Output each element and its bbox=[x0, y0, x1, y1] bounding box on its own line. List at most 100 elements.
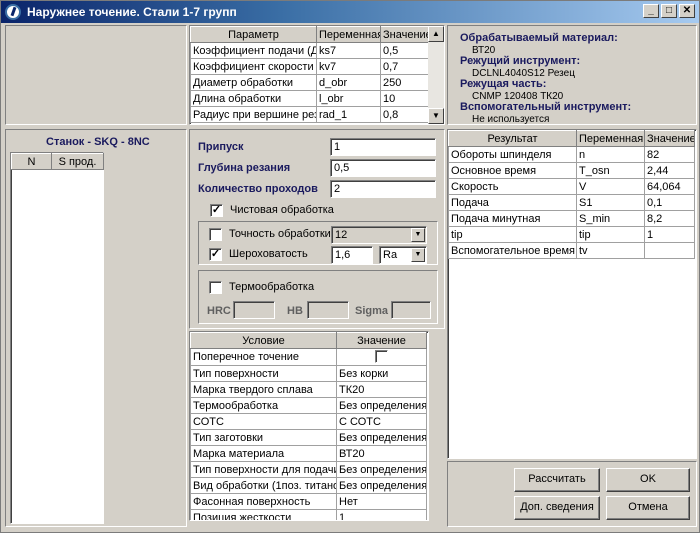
params-table: Параметр Переменная Значение Коэффициент… bbox=[190, 26, 429, 123]
results-header-result[interactable]: Результат bbox=[448, 130, 577, 147]
machine-col-n[interactable]: N bbox=[11, 153, 52, 170]
table-row[interactable]: Поперечное точение bbox=[190, 348, 427, 366]
condition-name: Вид обработки (1поз. титановы bbox=[190, 477, 337, 494]
condition-value[interactable]: 1 bbox=[336, 509, 427, 520]
table-row[interactable]: СОТС С СОТС bbox=[190, 413, 427, 430]
table-row[interactable]: Коэффициент подачи (Для ks7 0,5 bbox=[190, 42, 429, 59]
maximize-button[interactable]: □ bbox=[661, 4, 677, 18]
params-table-container: Параметр Переменная Значение Коэффициент… bbox=[189, 25, 445, 125]
result-value bbox=[644, 242, 695, 259]
cancel-button[interactable]: Отмена bbox=[606, 496, 690, 520]
condition-value[interactable]: ВТ20 bbox=[336, 445, 427, 462]
table-row[interactable]: Вид обработки (1поз. титановыБез определ… bbox=[190, 477, 427, 494]
table-row[interactable]: Длина обработки l_obr 10 bbox=[190, 90, 429, 107]
table-row[interactable]: Коэффициент скорости (Д kv7 0,7 bbox=[190, 58, 429, 75]
hrc-input[interactable] bbox=[233, 301, 275, 319]
accuracy-select[interactable]: 12 ▼ bbox=[331, 226, 427, 244]
table-row[interactable]: Подача минутная S_min 8,2 bbox=[448, 210, 695, 227]
condition-value[interactable]: ТК20 bbox=[336, 381, 427, 398]
ok-button[interactable]: OK bbox=[606, 468, 690, 492]
info-panel: Обрабатываемый материал: ВТ20 Режущий ин… bbox=[447, 25, 697, 125]
conditions-header-value[interactable]: Значение bbox=[336, 332, 427, 349]
params-header-param[interactable]: Параметр bbox=[190, 26, 317, 43]
depth-label: Глубина резания bbox=[198, 162, 291, 174]
results-header-var[interactable]: Переменная bbox=[576, 130, 645, 147]
params-header-value[interactable]: Значение bbox=[380, 26, 429, 43]
table-row[interactable]: Марка твердого сплава ТК20 bbox=[190, 381, 427, 398]
params-header-var[interactable]: Переменная bbox=[316, 26, 381, 43]
table-row[interactable]: Марка материала ВТ20 bbox=[190, 445, 427, 462]
params-scrollbar[interactable]: ▲ ▼ bbox=[428, 26, 444, 124]
machine-list[interactable]: N S прод. bbox=[10, 152, 104, 524]
table-row[interactable]: Термообработка Без определения bbox=[190, 397, 427, 414]
condition-value[interactable]: Без определения bbox=[336, 429, 427, 446]
aux-tool-label: Вспомогательный инструмент: bbox=[460, 101, 632, 113]
result-value: 1 bbox=[644, 226, 695, 243]
depth-input[interactable]: 0,5 bbox=[330, 159, 436, 177]
chevron-down-icon[interactable]: ▼ bbox=[411, 228, 425, 242]
main-window: Наружнее точение. Стали 1-7 групп _ □ ✕ … bbox=[0, 0, 700, 533]
minimize-button[interactable]: _ bbox=[643, 4, 659, 18]
result-var: T_osn bbox=[576, 162, 645, 179]
hb-input[interactable] bbox=[307, 301, 349, 319]
table-row[interactable]: Тип поверхности Без корки bbox=[190, 365, 427, 382]
finishing-label: Чистовая обработка bbox=[230, 204, 334, 216]
table-row[interactable]: Тип поверхности для подачи Без определени… bbox=[190, 461, 427, 478]
condition-value[interactable]: Без определения bbox=[336, 477, 427, 494]
condition-value[interactable]: Без определения bbox=[336, 461, 427, 478]
table-row[interactable]: Вспомогательное время tv bbox=[448, 242, 695, 259]
table-row[interactable]: Позиция жесткости 1 bbox=[190, 509, 427, 520]
close-button[interactable]: ✕ bbox=[679, 4, 695, 18]
results-header-value[interactable]: Значение bbox=[644, 130, 695, 147]
condition-value[interactable]: Без определения bbox=[336, 397, 427, 414]
table-row[interactable]: Диаметр обработки d_obr 250 bbox=[190, 74, 429, 91]
param-value[interactable]: 0,5 bbox=[380, 42, 429, 59]
roughness-input[interactable]: 1,6 bbox=[331, 246, 373, 264]
param-value[interactable]: 0,8 bbox=[380, 106, 429, 123]
param-value[interactable]: 10 bbox=[380, 90, 429, 107]
heat-checkbox[interactable] bbox=[209, 281, 222, 294]
table-row[interactable]: Радиус при вершине резца rad_1 0,8 bbox=[190, 106, 429, 123]
finishing-checkbox[interactable]: ✓ bbox=[210, 204, 223, 217]
condition-value[interactable]: Нет bbox=[336, 493, 427, 510]
inputs-panel: Припуск 1 Глубина резания 0,5 Количество… bbox=[189, 129, 445, 329]
param-value[interactable]: 250 bbox=[380, 74, 429, 91]
param-var: ks7 bbox=[316, 42, 381, 59]
tool-label: Режущий инструмент: bbox=[460, 55, 581, 67]
window-title: Наружнее точение. Стали 1-7 групп bbox=[27, 5, 237, 19]
param-name: Коэффициент скорости (Д bbox=[190, 58, 317, 75]
cross-turning-checkbox-cell[interactable] bbox=[336, 348, 427, 366]
calculate-button[interactable]: Рассчитать bbox=[514, 468, 600, 492]
param-value[interactable]: 0,7 bbox=[380, 58, 429, 75]
machine-panel: Станок - SKQ - 8NC N S прод. bbox=[5, 129, 187, 527]
table-row[interactable]: Тип заготовки Без определения bbox=[190, 429, 427, 446]
accuracy-checkbox[interactable] bbox=[209, 228, 222, 241]
table-row[interactable]: Обороты шпинделя n 82 bbox=[448, 146, 695, 163]
allowance-input[interactable]: 1 bbox=[330, 138, 436, 156]
table-row[interactable]: Подача S1 0,1 bbox=[448, 194, 695, 211]
conditions-header-cond[interactable]: Условие bbox=[190, 332, 337, 349]
accuracy-group: Точность обработки 12 ▼ ✓ Шероховатость … bbox=[198, 221, 438, 265]
result-value: 0,1 bbox=[644, 194, 695, 211]
condition-value[interactable]: Без корки bbox=[336, 365, 427, 382]
condition-value[interactable]: С СОТС bbox=[336, 413, 427, 430]
table-row[interactable]: Скорость V 64,064 bbox=[448, 178, 695, 195]
title-bar[interactable]: Наружнее точение. Стали 1-7 групп _ □ ✕ bbox=[1, 1, 699, 23]
cross-turning-checkbox[interactable] bbox=[375, 350, 388, 363]
chevron-down-icon[interactable]: ▼ bbox=[411, 248, 425, 262]
conditions-table-container: Условие Значение Поперечное точение Тип … bbox=[189, 331, 429, 521]
result-name: Подача bbox=[448, 194, 577, 211]
scroll-down-arrow-icon[interactable]: ▼ bbox=[428, 108, 444, 124]
table-row[interactable]: tip tip 1 bbox=[448, 226, 695, 243]
material-label: Обрабатываемый материал: bbox=[460, 32, 618, 44]
passes-input[interactable]: 2 bbox=[330, 180, 436, 198]
roughness-checkbox[interactable]: ✓ bbox=[209, 248, 222, 261]
sigma-input[interactable] bbox=[391, 301, 431, 319]
machine-col-s[interactable]: S прод. bbox=[51, 153, 104, 170]
condition-name: Марка материала bbox=[190, 445, 337, 462]
table-row[interactable]: Фасонная поверхность Нет bbox=[190, 493, 427, 510]
scroll-up-arrow-icon[interactable]: ▲ bbox=[428, 26, 444, 42]
roughness-unit-select[interactable]: Ra ▼ bbox=[379, 246, 427, 264]
table-row[interactable]: Основное время T_osn 2,44 bbox=[448, 162, 695, 179]
details-button[interactable]: Доп. сведения bbox=[514, 496, 600, 520]
